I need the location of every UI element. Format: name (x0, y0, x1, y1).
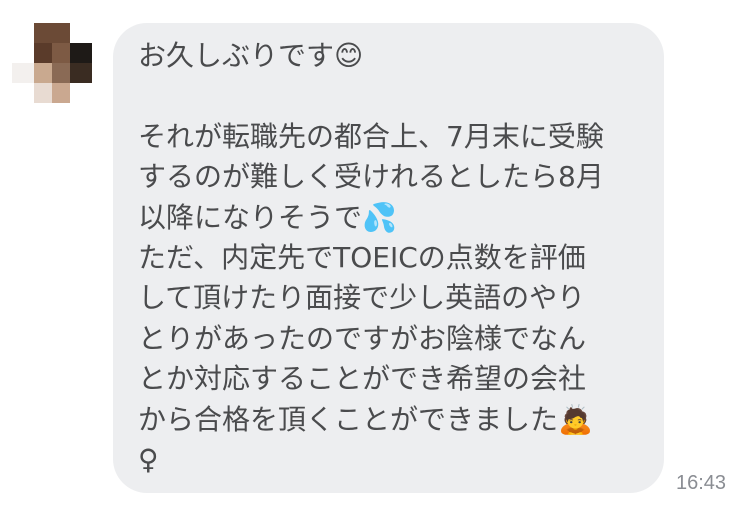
avatar[interactable] (12, 23, 92, 103)
message-text: お久しぶりです😊 それが転職先の都合上、7月末に受験 するのが難しく受けれるとし… (138, 39, 604, 477)
blurred-user-avatar-icon (12, 23, 92, 103)
chat-view: お久しぶりです😊 それが転職先の都合上、7月末に受験 するのが難しく受けれるとし… (0, 0, 750, 513)
message-timestamp: 16:43 (676, 472, 727, 494)
